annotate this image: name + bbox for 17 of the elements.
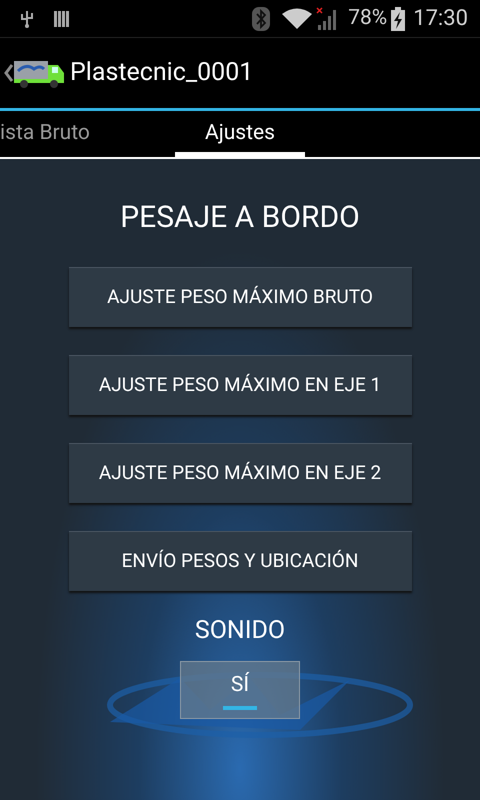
settings-button[interactable]: AJUSTE PESO MÁXIMO EN EJE 1: [68, 355, 412, 415]
barcode-icon: [54, 8, 70, 28]
back-caret-icon[interactable]: [4, 63, 14, 83]
settings-button[interactable]: AJUSTE PESO MÁXIMO BRUTO: [68, 267, 412, 327]
clock: 17:30: [413, 5, 468, 33]
app-title: Plastecnic_0001: [70, 57, 254, 90]
wifi-icon: [282, 8, 312, 30]
battery-charging-icon: [391, 6, 406, 30]
tab[interactable]: ista Bruto: [0, 111, 175, 157]
settings-button[interactable]: ENVÍO PESOS Y UBICACIÓN: [68, 531, 412, 591]
sound-toggle[interactable]: SÍ: [180, 661, 300, 719]
usb-icon: [20, 8, 34, 28]
sound-label: SONIDO: [194, 618, 286, 643]
settings-button[interactable]: AJUSTE PESO MÁXIMO EN EJE 2: [68, 443, 412, 503]
battery-percent: 78%: [348, 4, 388, 32]
section-title: PESAJE A BORDO: [120, 203, 360, 233]
bluetooth-icon: [252, 6, 270, 30]
